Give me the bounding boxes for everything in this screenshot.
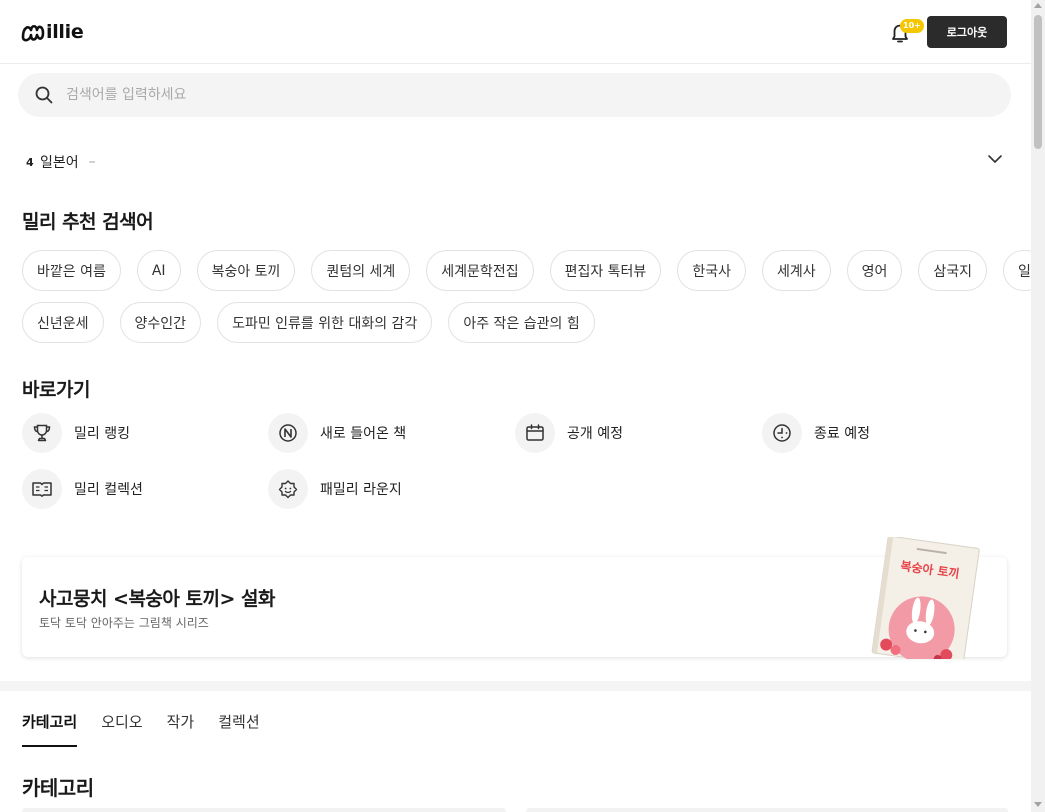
logout-button[interactable]: 로그아웃 (927, 16, 1007, 48)
shortcut-icon-bg (268, 413, 308, 453)
shortcut-millie-collection[interactable]: 밀리 컬렉션 (22, 469, 143, 509)
keyword-chip[interactable]: AI (136, 250, 181, 291)
shortcut-icon-bg (22, 469, 62, 509)
keyword-chip[interactable]: 일 (1003, 250, 1031, 291)
shortcut-icon-bg (268, 469, 308, 509)
search-icon (35, 86, 53, 104)
scroll-up-arrow[interactable] (1034, 3, 1042, 8)
keyword-chip[interactable]: 영어 (846, 250, 903, 291)
book-cover-image: 복숭아 토끼 (871, 537, 980, 659)
recommended-chips-row-1: 바깥은 여름 AI 복숭아 토끼 퀀텀의 세계 세계문학전집 편집자 톡터뷰 한… (22, 250, 1031, 291)
rank-change: – (88, 154, 96, 170)
shortcuts-title: 바로가기 (22, 379, 90, 401)
shortcut-label: 새로 들어온 책 (320, 426, 407, 442)
keyword-chip[interactable]: 퀀텀의 세계 (311, 250, 411, 291)
open-book-icon (32, 482, 52, 497)
tab-collection[interactable]: 컬렉션 (218, 711, 259, 747)
content-tabs: 카테고리 오디오 작가 컬렉션 (22, 711, 284, 747)
keyword-chip[interactable]: 바깥은 여름 (22, 250, 121, 291)
shortcut-millie-ranking[interactable]: 밀리 랭킹 (22, 413, 130, 453)
chevron-down-icon[interactable] (986, 152, 1004, 166)
tab-category[interactable]: 카테고리 (22, 711, 78, 747)
notification-badge: 10+ (900, 19, 924, 33)
family-face-icon (278, 480, 298, 499)
search-bar[interactable] (18, 73, 1011, 117)
scrollbar[interactable] (1031, 0, 1045, 812)
shortcut-icon-bg (22, 413, 62, 453)
calendar-icon (526, 424, 544, 441)
header: illie 10+ 로그아웃 (0, 0, 1031, 64)
scrollbar-thumb[interactable] (1034, 15, 1042, 149)
shortcut-ending-soon[interactable]: 종료 예정 (762, 413, 870, 453)
rank-number: 4 (26, 155, 34, 169)
new-badge-icon (279, 424, 297, 442)
shortcut-icon-bg (515, 413, 555, 453)
logo-m-icon (21, 24, 45, 42)
trophy-icon (33, 424, 51, 442)
keyword-chip[interactable]: 양수인간 (119, 302, 202, 343)
category-card[interactable] (22, 808, 506, 812)
banner-title: 사고뭉치 <복숭아 토끼> 설화 (39, 588, 275, 610)
tab-audio[interactable]: 오디오 (101, 711, 142, 747)
shortcut-label: 공개 예정 (567, 426, 623, 442)
keyword-chip[interactable]: 삼국지 (918, 250, 987, 291)
millie-logo[interactable]: illie (21, 19, 84, 45)
logo-text: illie (46, 21, 84, 43)
scroll-down-arrow[interactable] (1034, 802, 1042, 807)
keyword-chip[interactable]: 세계사 (761, 250, 831, 291)
keyword-chip[interactable]: 복숭아 토끼 (196, 250, 296, 291)
keyword-chip[interactable]: 세계문학전집 (426, 250, 534, 291)
banner-subtitle: 토닥 토닥 안아주는 그림책 시리즈 (39, 616, 209, 630)
category-card[interactable] (526, 808, 1008, 812)
keyword-chip[interactable]: 한국사 (677, 250, 746, 291)
recommended-title: 밀리 추천 검색어 (22, 211, 154, 233)
rank-term: 일본어 (40, 155, 79, 171)
recommended-chips-row-2: 신년운세 양수인간 도파민 인류를 위한 대화의 감각 아주 작은 습관의 힘 (22, 302, 611, 343)
shortcut-new-books[interactable]: 새로 들어온 책 (268, 413, 406, 453)
shortcut-icon-bg (762, 413, 802, 453)
keyword-chip[interactable]: 도파민 인류를 위한 대화의 감각 (217, 302, 433, 343)
shortcut-label: 종료 예정 (814, 426, 870, 442)
shortcut-coming-soon[interactable]: 공개 예정 (515, 413, 623, 453)
category-title: 카테고리 (22, 776, 94, 800)
section-divider (0, 681, 1031, 691)
keyword-chip[interactable]: 아주 작은 습관의 힘 (448, 302, 595, 343)
keyword-chip[interactable]: 신년운세 (22, 302, 104, 343)
search-input[interactable] (66, 87, 966, 103)
shortcut-label: 밀리 랭킹 (74, 426, 130, 442)
shortcut-label: 패밀리 라운지 (320, 482, 402, 498)
clock-icon (773, 424, 791, 442)
tab-author[interactable]: 작가 (167, 711, 195, 747)
shortcut-label: 밀리 컬렉션 (74, 482, 143, 498)
shortcut-family-lounge[interactable]: 패밀리 라운지 (268, 469, 402, 509)
trending-ranking[interactable]: 4 일본어 – (26, 152, 96, 172)
keyword-chip[interactable]: 편집자 톡터뷰 (549, 250, 662, 291)
page: illie 10+ 로그아웃 4 일본어 – 밀리 추천 검색어 바깥은 여름 … (0, 0, 1031, 812)
